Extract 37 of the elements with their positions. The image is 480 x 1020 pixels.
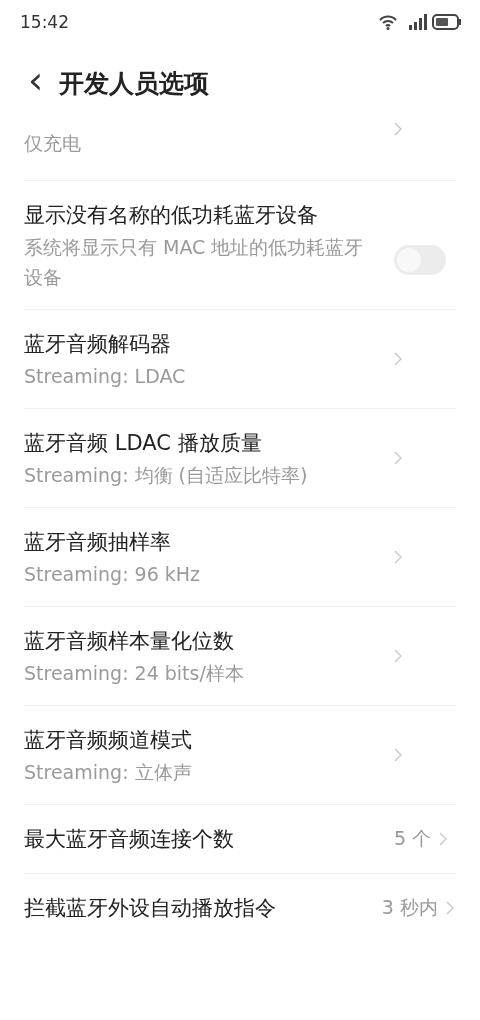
setting-value: 3 秒内 [381,895,438,920]
status-time: 15:42 [20,12,69,32]
chevron-icon [394,649,402,663]
setting-title: 蓝牙音频解码器 [24,331,172,358]
setting-summary: Streaming: 24 bits/样本 [24,661,245,686]
chevron-icon [394,550,402,564]
page-title: 开发人员选项 [59,67,210,100]
settings-row[interactable]: 拦截蓝牙外设自动播放指令 3 秒内 [24,874,456,942]
setting-value: 5 个 [394,826,432,851]
setting-title: 蓝牙音频 LDAC 播放质量 [24,430,263,457]
back-button[interactable]: ‹ [22,60,50,106]
chevron-icon [439,832,448,846]
chevron-icon [394,748,402,762]
settings-row[interactable]: 蓝牙音频解码器 Streaming: LDAC [24,310,456,409]
chevron-icon [394,352,402,366]
chevron-icon [394,122,402,136]
setting-title: 拦截蓝牙外设自动播放指令 [24,895,277,922]
settings-row[interactable]: 蓝牙音频样本量化位数 Streaming: 24 bits/样本 [24,607,456,706]
setting-title: 最大蓝牙音频连接个数 [24,826,235,853]
battery-icon [432,14,462,30]
wifi-icon [376,14,400,30]
setting-title: 蓝牙音频样本量化位数 [24,628,235,655]
setting-summary: Streaming: 96 kHz [24,562,202,587]
setting-title: 显示没有名称的低功耗蓝牙设备 [24,202,319,229]
setting-summary: 系统将显示只有 MAC 地址的低功耗蓝牙设备 [24,235,365,290]
settings-row[interactable]: 蓝牙音频 LDAC 播放质量 Streaming: 均衡 (自适应比特率) [24,409,456,508]
setting-summary: Streaming: 均衡 (自适应比特率) [24,463,309,488]
setting-title: 蓝牙音频抽样率 [24,529,172,556]
setting-title: 蓝牙音频频道模式 [24,727,193,754]
settings-row[interactable]: 蓝牙音频频道模式 Streaming: 立体声 [24,706,456,805]
setting-summary: 仅充电 [24,131,82,156]
setting-summary: Streaming: 立体声 [24,760,193,785]
chevron-icon [446,901,454,915]
chevron-icon [394,451,402,465]
settings-row[interactable]: 蓝牙音频抽样率 Streaming: 96 kHz [24,508,456,607]
setting-summary: Streaming: LDAC [24,364,187,389]
settings-row[interactable]: 最大蓝牙音频连接个数 5 个 [24,805,456,874]
